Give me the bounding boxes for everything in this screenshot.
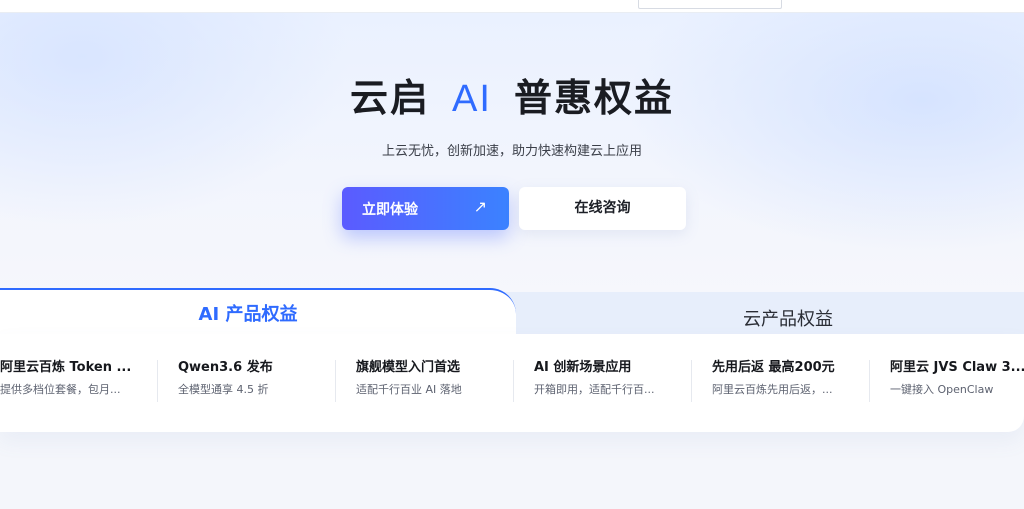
divider — [869, 360, 870, 402]
benefit-card[interactable]: 阿里云 JVS Claw 3... 一键接入 OpenClaw — [890, 356, 1024, 406]
benefit-cards: 阿里云百炼 Token ... 提供多档位套餐，包月... Qwen3.6 发布… — [0, 334, 1024, 432]
card-subtitle: 适配千行百业 AI 落地 — [356, 383, 462, 396]
try-now-label: 立即体验 — [362, 202, 418, 218]
title-part1: 云启 — [350, 76, 431, 120]
online-consult-button[interactable]: 在线咨询 — [519, 187, 686, 230]
card-title: 旗舰模型入门首选 — [356, 360, 461, 375]
title-ai: AI — [452, 78, 492, 120]
card-subtitle: 提供多档位套餐，包月... — [0, 383, 121, 396]
card-title: 先用后返 最高200元 — [712, 360, 835, 375]
divider — [335, 360, 336, 402]
tab-cloud-products[interactable]: 云产品权益 — [480, 292, 1024, 334]
card-title: AI 创新场景应用 — [534, 360, 632, 375]
divider — [691, 360, 692, 402]
card-subtitle: 阿里云百炼先用后返，... — [712, 383, 833, 396]
tab-label: AI 产品权益 — [198, 304, 298, 325]
card-subtitle: 全模型通享 4.5 折 — [178, 383, 269, 396]
divider — [157, 360, 158, 402]
try-now-button[interactable]: 立即体验 ↗ — [342, 187, 509, 230]
card-subtitle: 一键接入 OpenClaw — [890, 383, 994, 396]
page-subtitle: 上云无忧，创新加速，助力快速构建云上应用 — [381, 144, 642, 159]
title-part2: 普惠权益 — [513, 76, 674, 120]
tab-ai-products[interactable]: AI 产品权益 — [0, 288, 516, 336]
benefit-card[interactable]: AI 创新场景应用 开箱即用，适配千行百... — [534, 356, 668, 406]
benefit-tabs: 云产品权益 AI 产品权益 — [0, 288, 1024, 336]
benefit-card[interactable]: 阿里云百炼 Token ... 提供多档位套餐，包月... — [0, 356, 132, 406]
top-navbar — [0, 0, 1024, 13]
card-title: 阿里云百炼 Token ... — [0, 360, 132, 375]
card-title: 阿里云 JVS Claw 3... — [890, 360, 1024, 375]
arrow-up-right-icon: ↗ — [473, 197, 487, 216]
divider — [513, 360, 514, 402]
benefit-card[interactable]: 旗舰模型入门首选 适配千行百业 AI 落地 — [356, 356, 496, 406]
page-title: 云启 AI 普惠权益 — [0, 74, 1024, 123]
tab-label: 云产品权益 — [743, 309, 833, 330]
card-subtitle: 开箱即用，适配千行百... — [534, 383, 655, 396]
benefit-card[interactable]: Qwen3.6 发布 全模型通享 4.5 折 — [178, 356, 318, 406]
search-input[interactable] — [638, 0, 782, 9]
benefit-card[interactable]: 先用后返 最高200元 阿里云百炼先用后返，... — [712, 356, 846, 406]
card-title: Qwen3.6 发布 — [178, 360, 273, 375]
